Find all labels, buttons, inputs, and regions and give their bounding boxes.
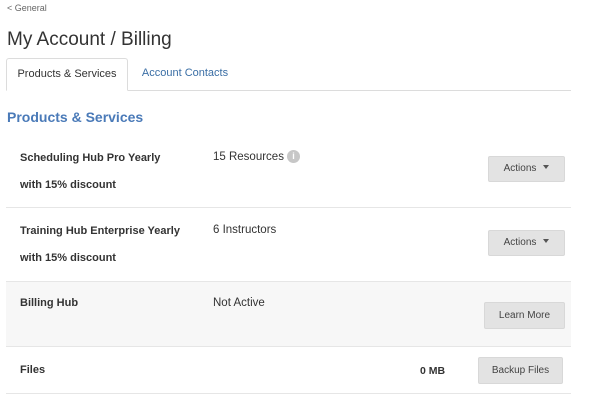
actions-button-label: Actions: [503, 163, 537, 174]
tab-bar: Products & Services Account Contacts: [6, 58, 571, 91]
product-detail-text: 15 Resources: [213, 151, 284, 163]
product-name: Billing Hub: [20, 297, 79, 309]
product-row-billing-hub: Billing Hub Not Active Learn More: [6, 282, 571, 347]
product-detail: 6 Instructors: [213, 224, 277, 236]
product-name: Training Hub Enterprise Yearly with 15% …: [20, 225, 180, 264]
tab-account-contacts[interactable]: Account Contacts: [130, 58, 240, 90]
files-label: Files: [20, 364, 46, 376]
back-link-general[interactable]: < General: [7, 3, 47, 13]
caret-down-icon: [543, 239, 550, 243]
actions-button[interactable]: Actions: [488, 230, 565, 256]
product-row-scheduling-hub: Scheduling Hub Pro Yearly with 15% disco…: [6, 144, 571, 208]
files-row: Files 0 MB Backup Files: [6, 347, 571, 394]
product-detail: 15 Resources i: [213, 144, 300, 171]
actions-button-label: Actions: [503, 237, 537, 248]
tab-products-services[interactable]: Products & Services: [6, 58, 128, 91]
files-size: 0 MB: [420, 365, 446, 377]
info-icon[interactable]: i: [286, 150, 300, 163]
backup-files-button[interactable]: Backup Files: [478, 357, 563, 384]
caret-down-icon: [543, 165, 550, 169]
product-row-training-hub: Training Hub Enterprise Yearly with 15% …: [6, 208, 571, 282]
product-detail: Not Active: [213, 297, 265, 309]
page-title: My Account / Billing: [7, 29, 172, 50]
actions-button[interactable]: Actions: [488, 156, 565, 182]
section-title: Products & Services: [7, 109, 144, 125]
product-name: Scheduling Hub Pro Yearly with 15% disco…: [20, 152, 161, 191]
learn-more-button[interactable]: Learn More: [484, 302, 565, 329]
